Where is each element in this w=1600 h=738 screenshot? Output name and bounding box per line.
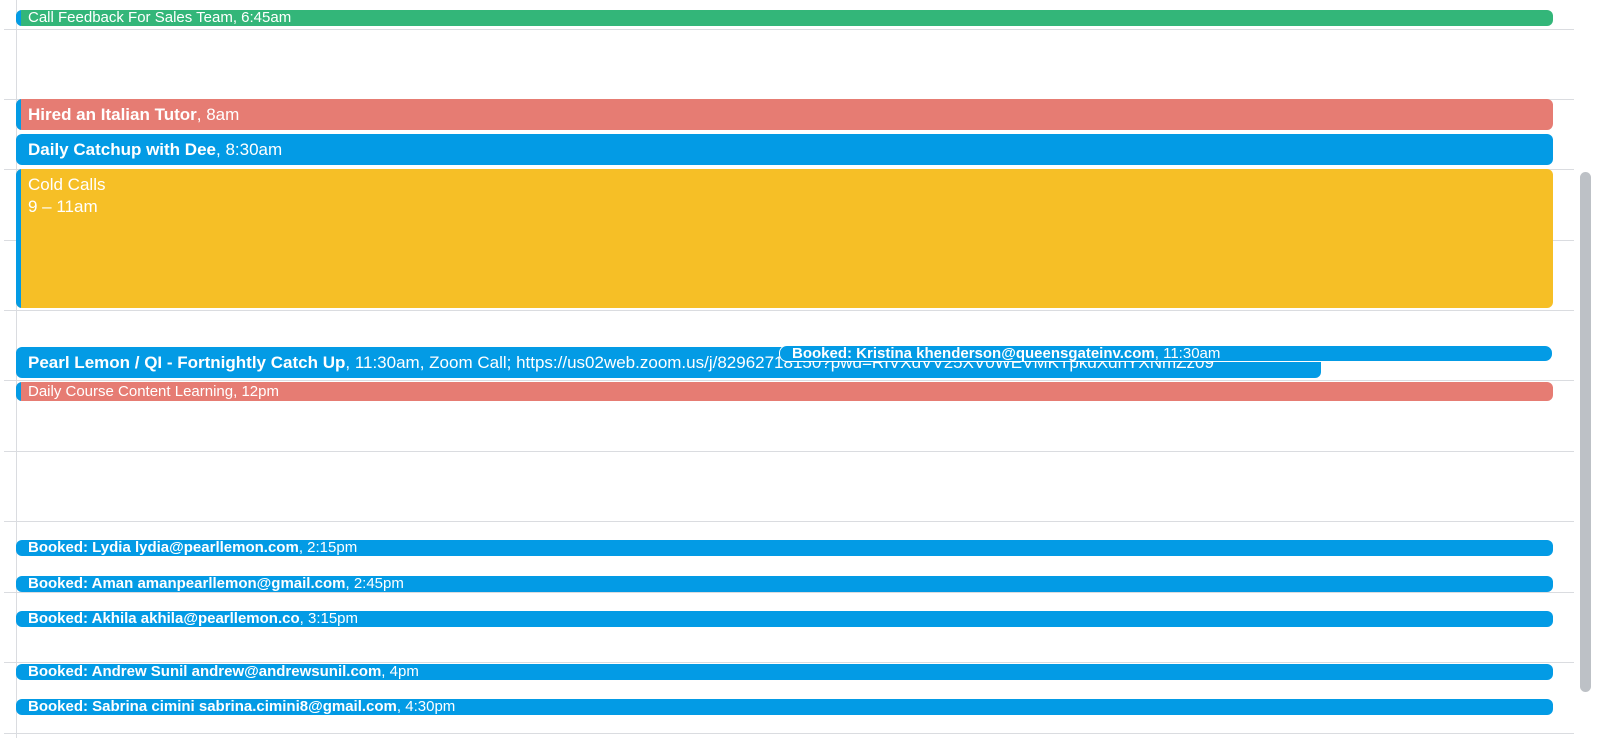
hour-gridline <box>4 451 1574 452</box>
calendar-day-grid: Call Feedback For Sales Team, 6:45am Hir… <box>0 0 1600 738</box>
event-color-strip <box>16 169 21 308</box>
event-time: 11:30am <box>1163 345 1221 362</box>
hour-gridline <box>4 380 1574 381</box>
event-color-strip <box>16 10 21 26</box>
event-title: Cold Calls <box>28 175 106 194</box>
event-title: Booked: Andrew Sunil andrew@andrewsunil.… <box>28 664 382 680</box>
event-title: Booked: Kristina khenderson@queensgatein… <box>792 345 1155 362</box>
event-color-strip <box>16 382 21 401</box>
hour-gridline <box>4 733 1574 734</box>
event-separator: , <box>232 10 242 26</box>
event-separator: , <box>1154 345 1164 362</box>
event-title: Booked: Aman amanpearllemon@gmail.com <box>28 576 346 592</box>
event-cold-calls[interactable]: Cold Calls 9 – 11am <box>16 169 1553 308</box>
event-time: 6:45am <box>241 10 292 26</box>
event-separator: , <box>345 353 355 372</box>
event-title: Daily Catchup with Dee <box>28 140 216 159</box>
event-time: 9 – 11am <box>28 197 98 216</box>
event-separator: , <box>299 611 308 627</box>
event-title: Booked: Sabrina cimini sabrina.cimini8@g… <box>28 699 397 715</box>
event-sabrina[interactable]: Booked: Sabrina cimini sabrina.cimini8@g… <box>16 699 1553 715</box>
event-separator: , <box>345 576 354 592</box>
event-time: 3:15pm <box>307 611 359 627</box>
event-time: 8am <box>206 105 240 124</box>
event-time: 4:30pm <box>405 699 456 715</box>
event-color-strip <box>16 99 21 130</box>
event-time: 2:15pm <box>307 540 358 556</box>
event-time: 12pm <box>241 383 279 400</box>
event-separator: , <box>396 699 406 715</box>
hour-gridline <box>4 521 1574 522</box>
event-kristina[interactable]: Booked: Kristina khenderson@queensgatein… <box>779 345 1553 362</box>
event-lydia[interactable]: Booked: Lydia lydia@pearllemon.com, 2:15… <box>16 540 1553 556</box>
event-title: Booked: Akhila akhila@pearllemon.co <box>28 611 300 627</box>
event-call-feedback[interactable]: Call Feedback For Sales Team, 6:45am <box>16 10 1553 26</box>
hour-gridline <box>4 592 1574 593</box>
hour-gridline <box>4 310 1574 311</box>
event-time: 4pm <box>389 664 419 680</box>
event-separator: , <box>196 105 207 124</box>
event-italian-tutor[interactable]: Hired an Italian Tutor, 8am <box>16 99 1553 130</box>
hour-gridline <box>4 29 1574 30</box>
event-title: Call Feedback For Sales Team <box>28 10 233 26</box>
event-title: Pearl Lemon / QI - Fortnightly Catch Up <box>28 353 346 372</box>
event-title: Daily Course Content Learning <box>28 383 234 400</box>
event-aman[interactable]: Booked: Aman amanpearllemon@gmail.com, 2… <box>16 576 1553 592</box>
event-daily-catchup[interactable]: Daily Catchup with Dee, 8:30am <box>16 134 1553 165</box>
scrollbar-thumb[interactable] <box>1580 172 1591 692</box>
event-title: Booked: Lydia lydia@pearllemon.com <box>28 540 299 556</box>
event-course-content[interactable]: Daily Course Content Learning, 12pm <box>16 382 1553 401</box>
event-andrew[interactable]: Booked: Andrew Sunil andrew@andrewsunil.… <box>16 664 1553 680</box>
event-time: 2:45pm <box>353 576 404 592</box>
event-time: 8:30am <box>225 140 283 159</box>
event-akhila[interactable]: Booked: Akhila akhila@pearllemon.co, 3:1… <box>16 611 1553 627</box>
event-title: Hired an Italian Tutor <box>28 105 197 124</box>
event-separator: , <box>381 664 390 680</box>
hour-gridline <box>4 662 1574 663</box>
event-separator: , <box>298 540 308 556</box>
